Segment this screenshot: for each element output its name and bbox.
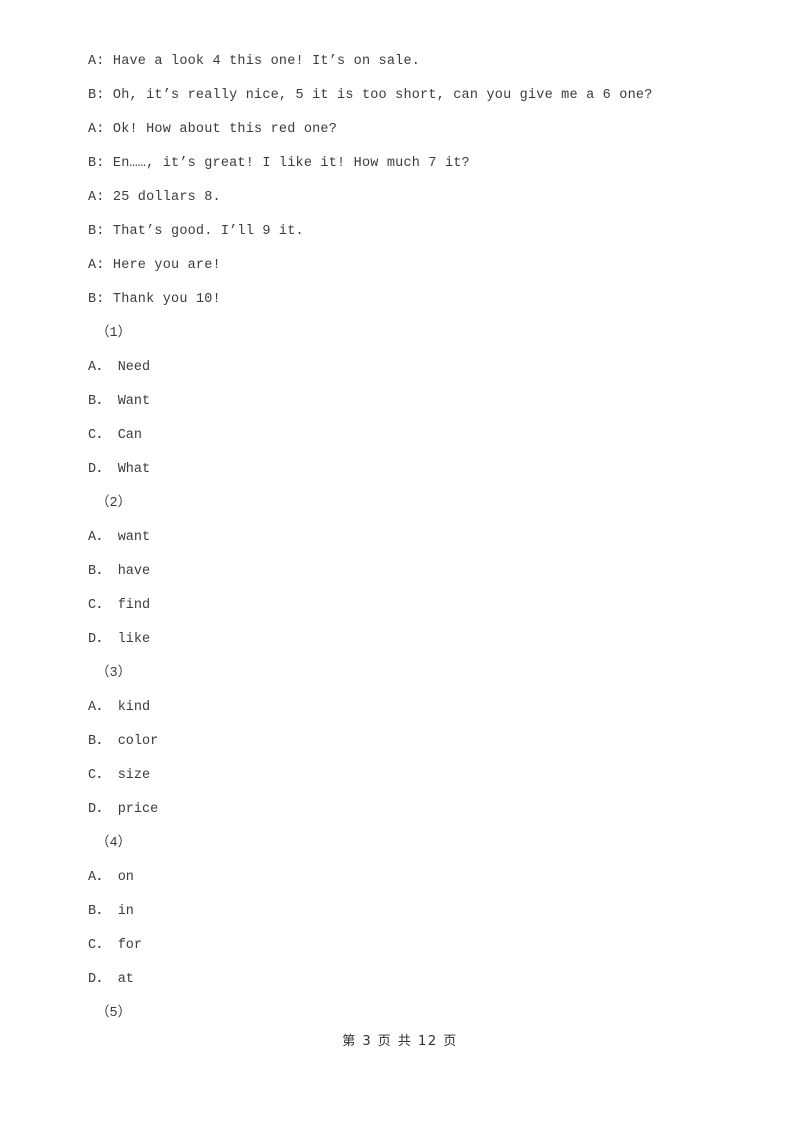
option-item[interactable]: A． want xyxy=(88,521,740,555)
option-item[interactable]: B． color xyxy=(88,725,740,759)
option-item[interactable]: B． Want xyxy=(88,385,740,419)
question-number: （3） xyxy=(96,666,132,681)
dialogue-line: A: Have a look 4 this one! It’s on sale. xyxy=(88,54,421,69)
option-item[interactable]: C． Can xyxy=(88,419,740,453)
question-number: （1） xyxy=(96,326,132,341)
option-item[interactable]: B． in xyxy=(88,895,740,929)
document-page: A: Have a look 4 this one! It’s on sale.… xyxy=(0,0,800,1132)
option-item[interactable]: D． like xyxy=(88,623,740,657)
dialogue-line: A: 25 dollars 8. xyxy=(88,190,221,205)
dialogue-line: B: En……, it’s great! I like it! How much… xyxy=(88,156,470,171)
dialogue-line: B: Thank you 10! xyxy=(88,292,221,307)
page-footer: 第 3 页 共 12 页 xyxy=(342,1034,458,1049)
dialogue-line: B: Oh, it’s really nice, 5 it is too sho… xyxy=(88,88,653,103)
question-number: （5） xyxy=(96,1006,132,1021)
option-item[interactable]: D． at xyxy=(88,963,740,997)
dialogue-line: A: Here you are! xyxy=(88,258,221,273)
option-item[interactable]: C． for xyxy=(88,929,740,963)
option-item[interactable]: B． have xyxy=(88,555,740,589)
question-number: （2） xyxy=(96,496,132,511)
option-item[interactable]: A． Need xyxy=(88,351,740,385)
option-item[interactable]: A． kind xyxy=(88,691,740,725)
option-item[interactable]: C． size xyxy=(88,759,740,793)
option-item[interactable]: A． on xyxy=(88,861,740,895)
dialogue-line: A: Ok! How about this red one? xyxy=(88,122,338,137)
question-number: （4） xyxy=(96,836,132,851)
option-item[interactable]: D． price xyxy=(88,793,740,827)
option-item[interactable]: C． find xyxy=(88,589,740,623)
option-item[interactable]: D． What xyxy=(88,453,740,487)
dialogue-line: B: That’s good. I’ll 9 it. xyxy=(88,224,304,239)
